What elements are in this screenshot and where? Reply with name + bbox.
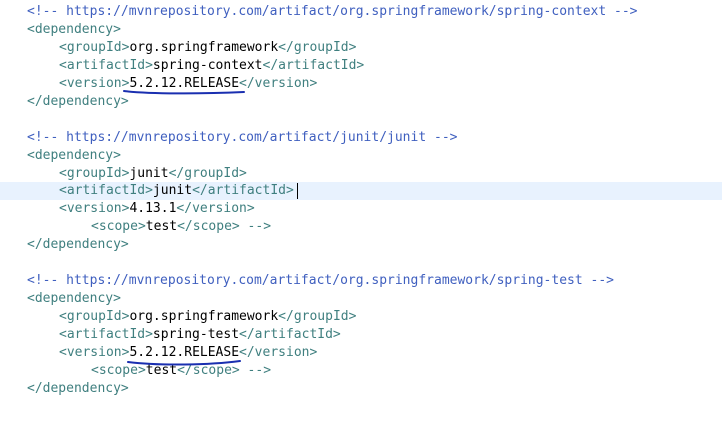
dependency-open-tag: <dependency> bbox=[27, 148, 121, 163]
version-value: 5.2.12.RELEASE bbox=[129, 345, 240, 360]
code-line[interactable]: <groupId>org.springframework</groupId> bbox=[0, 308, 722, 326]
code-line[interactable]: <!-- https://mvnrepository.com/artifact/… bbox=[0, 129, 722, 147]
group-id-close-tag: </groupId> bbox=[168, 166, 247, 181]
group-id-value: junit bbox=[129, 166, 169, 181]
code-line[interactable]: </dependency> bbox=[0, 380, 722, 398]
scope-value: test bbox=[145, 363, 178, 378]
text-caret bbox=[297, 183, 298, 199]
version-value: 4.13.1 bbox=[129, 201, 177, 216]
code-line[interactable]: <dependency> bbox=[0, 21, 722, 39]
group-id-value: org.springframework bbox=[129, 309, 279, 324]
comment-text: <!-- https://mvnrepository.com/artifact/… bbox=[27, 4, 638, 19]
scope-close-tag: </scope> --> bbox=[177, 363, 272, 378]
version-open-tag: <version> bbox=[59, 76, 130, 91]
artifact-id-close-tag: </artifactId> bbox=[239, 327, 341, 342]
version-value: 5.2.12.RELEASE bbox=[129, 76, 240, 91]
artifact-id-value: junit bbox=[152, 183, 193, 198]
code-line[interactable]: <dependency> bbox=[0, 290, 722, 308]
group-id-open-tag: <groupId> bbox=[59, 40, 130, 55]
version-close-tag: </version> bbox=[239, 76, 318, 91]
version-close-tag: </version> bbox=[239, 345, 318, 360]
artifact-id-value: spring-context bbox=[152, 58, 263, 73]
scope-value: test bbox=[145, 219, 178, 234]
artifact-id-open-tag: <artifactId> bbox=[59, 327, 153, 342]
code-line[interactable]: <artifactId>spring-test</artifactId> bbox=[0, 326, 722, 344]
code-line[interactable] bbox=[0, 254, 722, 272]
artifact-id-open-tag: <artifactId> bbox=[59, 58, 153, 73]
artifact-id-open-tag: <artifactId> bbox=[59, 183, 153, 198]
code-line[interactable] bbox=[0, 111, 722, 129]
group-id-close-tag: </groupId> bbox=[278, 309, 357, 324]
code-line[interactable]: <scope>test</scope> --> bbox=[0, 362, 722, 380]
dependency-open-tag: <dependency> bbox=[27, 22, 121, 37]
code-line[interactable]: <version>5.2.12.RELEASE</version> bbox=[0, 344, 722, 362]
group-id-value: org.springframework bbox=[129, 40, 279, 55]
code-line[interactable]: <version>4.13.1</version> bbox=[0, 200, 722, 218]
code-line[interactable]: <version>5.2.12.RELEASE</version> bbox=[0, 75, 722, 93]
scope-open-tag: <scope> bbox=[91, 363, 146, 378]
version-open-tag: <version> bbox=[59, 201, 130, 216]
code-line[interactable]: <artifactId>spring-context</artifactId> bbox=[0, 57, 722, 75]
artifact-id-value: spring-test bbox=[152, 327, 240, 342]
code-line[interactable]: <groupId>org.springframework</groupId> bbox=[0, 39, 722, 57]
group-id-open-tag: <groupId> bbox=[59, 166, 130, 181]
comment-text: <!-- https://mvnrepository.com/artifact/… bbox=[27, 130, 458, 145]
code-line[interactable]: <scope>test</scope> --> bbox=[0, 218, 722, 236]
code-line[interactable]: <!-- https://mvnrepository.com/artifact/… bbox=[0, 3, 722, 21]
comment-text: <!-- https://mvnrepository.com/artifact/… bbox=[27, 273, 614, 288]
code-line[interactable]: <dependency> bbox=[0, 147, 722, 165]
code-line[interactable]: </dependency> bbox=[0, 236, 722, 254]
artifact-id-close-tag: </artifactId> bbox=[262, 58, 365, 73]
dependency-close-tag: </dependency> bbox=[27, 94, 129, 109]
group-id-open-tag: <groupId> bbox=[59, 309, 130, 324]
current-line[interactable]: <artifactId>junit</artifactId> bbox=[0, 182, 722, 200]
group-id-close-tag: </groupId> bbox=[278, 40, 357, 55]
version-open-tag: <version> bbox=[59, 345, 130, 360]
scope-open-tag: <scope> bbox=[91, 219, 146, 234]
artifact-id-close-tag: </artifactId> bbox=[192, 183, 294, 198]
dependency-close-tag: </dependency> bbox=[27, 381, 129, 396]
code-line[interactable]: <!-- https://mvnrepository.com/artifact/… bbox=[0, 272, 722, 290]
dependency-open-tag: <dependency> bbox=[27, 291, 121, 306]
version-close-tag: </version> bbox=[176, 201, 255, 216]
code-line[interactable]: <groupId>junit</groupId> bbox=[0, 165, 722, 183]
scope-close-tag: </scope> --> bbox=[177, 219, 272, 234]
code-editor[interactable]: <!-- https://mvnrepository.com/artifact/… bbox=[0, 0, 722, 416]
dependency-close-tag: </dependency> bbox=[27, 237, 129, 252]
code-line[interactable]: </dependency> bbox=[0, 93, 722, 111]
